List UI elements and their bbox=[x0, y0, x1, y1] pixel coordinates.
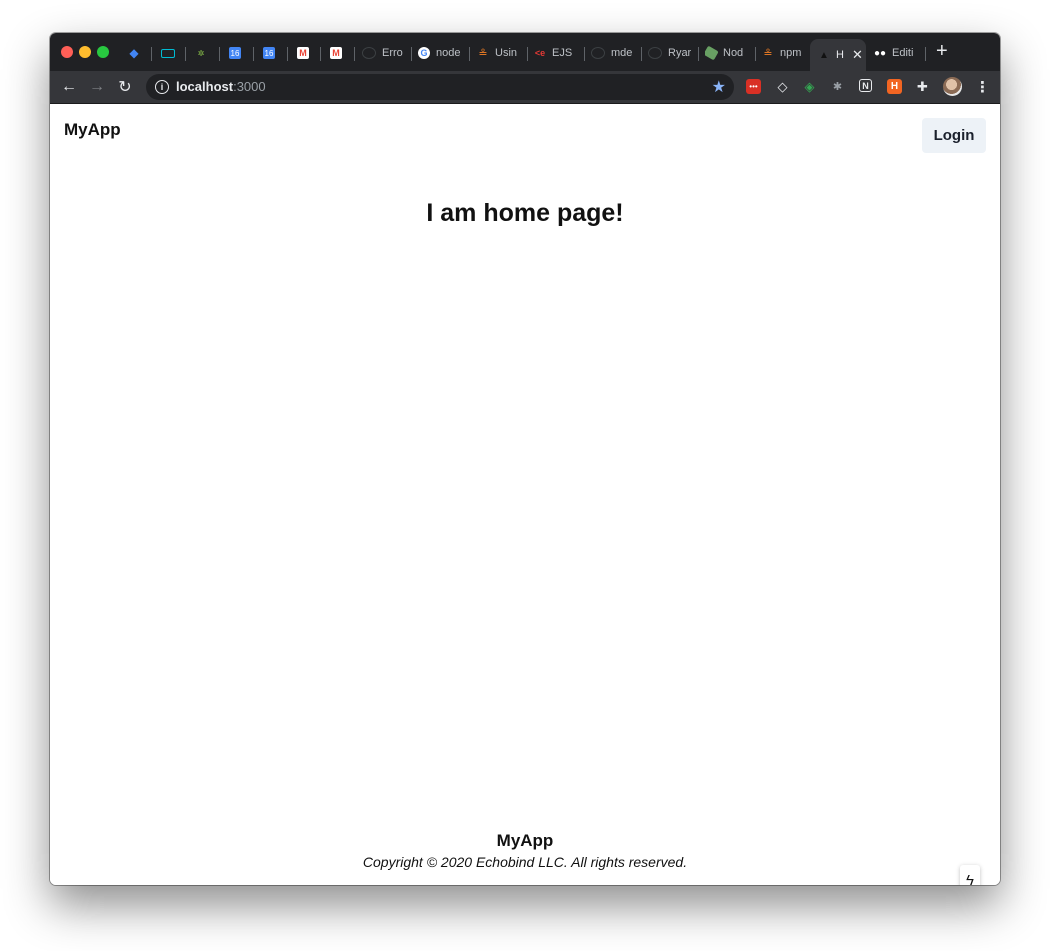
arrow-right-icon: → bbox=[89, 78, 105, 95]
honey-extension-icon[interactable]: H bbox=[887, 79, 902, 94]
tab-13[interactable]: Ryar bbox=[648, 43, 693, 63]
tab-6[interactable]: M bbox=[297, 43, 315, 63]
gmail-icon: M bbox=[297, 47, 309, 59]
tab-5[interactable]: 16 bbox=[263, 43, 281, 63]
calendar-extension-icon[interactable]: ••• bbox=[746, 79, 761, 94]
profile-avatar[interactable] bbox=[943, 77, 962, 96]
tab-15[interactable]: ≗ npm bbox=[762, 43, 807, 63]
page-content: MyApp Login I am home page! MyApp Copyri… bbox=[50, 104, 1000, 885]
footer-brand: MyApp bbox=[496, 831, 554, 850]
medium-icon: ●● bbox=[874, 47, 887, 59]
gem-extension-icon[interactable]: ◇ bbox=[775, 79, 790, 94]
sparkle-icon: ✲ bbox=[197, 48, 205, 58]
calendar-icon: 16 bbox=[263, 47, 275, 59]
github-icon bbox=[648, 47, 662, 59]
lightning-bolt-button[interactable]: ϟ bbox=[960, 865, 980, 885]
ejs-icon: <e bbox=[534, 48, 546, 58]
diamond-extension-icon[interactable]: ◈ bbox=[802, 79, 817, 94]
page-heading: I am home page! bbox=[426, 199, 624, 227]
stackoverflow-icon: ≗ bbox=[478, 47, 488, 60]
browser-toolbar: ← → ↻ i localhost:3000 ★ ••• ◇ ◈ ✱ N H ✚… bbox=[50, 71, 1000, 104]
gmail-icon: M bbox=[330, 47, 342, 59]
back-button[interactable]: ← bbox=[58, 76, 80, 98]
tab-12[interactable]: mde bbox=[591, 43, 636, 63]
nodejs-icon bbox=[705, 45, 719, 61]
drop-icon: ▲ bbox=[819, 49, 829, 61]
github-icon bbox=[591, 47, 605, 59]
login-button[interactable]: Login bbox=[922, 118, 986, 153]
tab-strip: ◆ ✲ 16 16 M M Erro G node ≗ Usin <e EJS … bbox=[50, 33, 1000, 71]
tab-11[interactable]: <e EJS bbox=[534, 43, 578, 63]
tab-4[interactable]: 16 bbox=[229, 43, 247, 63]
app-brand[interactable]: MyApp bbox=[64, 120, 121, 140]
tab-1[interactable]: ◆ bbox=[128, 43, 146, 63]
tab-17[interactable]: ●● Editi bbox=[874, 43, 922, 63]
close-window-button[interactable] bbox=[61, 46, 73, 58]
github-icon bbox=[362, 47, 376, 59]
tab-active[interactable]: ▲ H ✕ bbox=[810, 39, 866, 71]
reload-icon: ↻ bbox=[118, 79, 132, 96]
notion-extension-icon[interactable]: N bbox=[859, 79, 872, 92]
bug-extension-icon[interactable]: ✱ bbox=[830, 79, 845, 94]
new-tab-button[interactable]: + bbox=[936, 40, 948, 63]
url-text[interactable]: localhost:3000 bbox=[176, 79, 266, 94]
forward-button[interactable]: → bbox=[86, 76, 108, 98]
bookmark-star-icon[interactable]: ★ bbox=[712, 77, 726, 97]
gem-icon: ◆ bbox=[129, 46, 139, 60]
lightning-icon: ϟ bbox=[966, 871, 974, 886]
address-bar[interactable]: i localhost:3000 ★ bbox=[146, 74, 734, 100]
footer-copyright: Copyright © 2020 Echobind LLC. All right… bbox=[362, 854, 688, 870]
tab-8[interactable]: Erro bbox=[362, 43, 406, 63]
calendar-icon: 16 bbox=[229, 47, 241, 59]
puzzle-extensions-icon[interactable]: ✚ bbox=[915, 79, 930, 94]
maximize-window-button[interactable] bbox=[97, 46, 109, 58]
tab-10[interactable]: ≗ Usin bbox=[477, 43, 521, 63]
tab-2[interactable] bbox=[161, 43, 181, 63]
tab-7[interactable]: M bbox=[330, 43, 348, 63]
tab-14[interactable]: Nod bbox=[705, 43, 749, 63]
menu-kebab-icon[interactable]: ⋮ bbox=[975, 78, 990, 96]
tab-3[interactable]: ✲ bbox=[195, 43, 213, 63]
arrow-left-icon: ← bbox=[61, 78, 77, 95]
reload-button[interactable]: ↻ bbox=[114, 76, 136, 98]
google-icon: G bbox=[418, 47, 430, 59]
tab-9[interactable]: G node bbox=[418, 43, 463, 63]
info-icon[interactable]: i bbox=[155, 80, 169, 94]
close-tab-icon[interactable]: ✕ bbox=[852, 47, 863, 63]
browser-window: ◆ ✲ 16 16 M M Erro G node ≗ Usin <e EJS … bbox=[50, 33, 1000, 885]
minimize-window-button[interactable] bbox=[79, 46, 91, 58]
screen-icon bbox=[161, 48, 175, 58]
stackoverflow-icon: ≗ bbox=[763, 47, 773, 60]
